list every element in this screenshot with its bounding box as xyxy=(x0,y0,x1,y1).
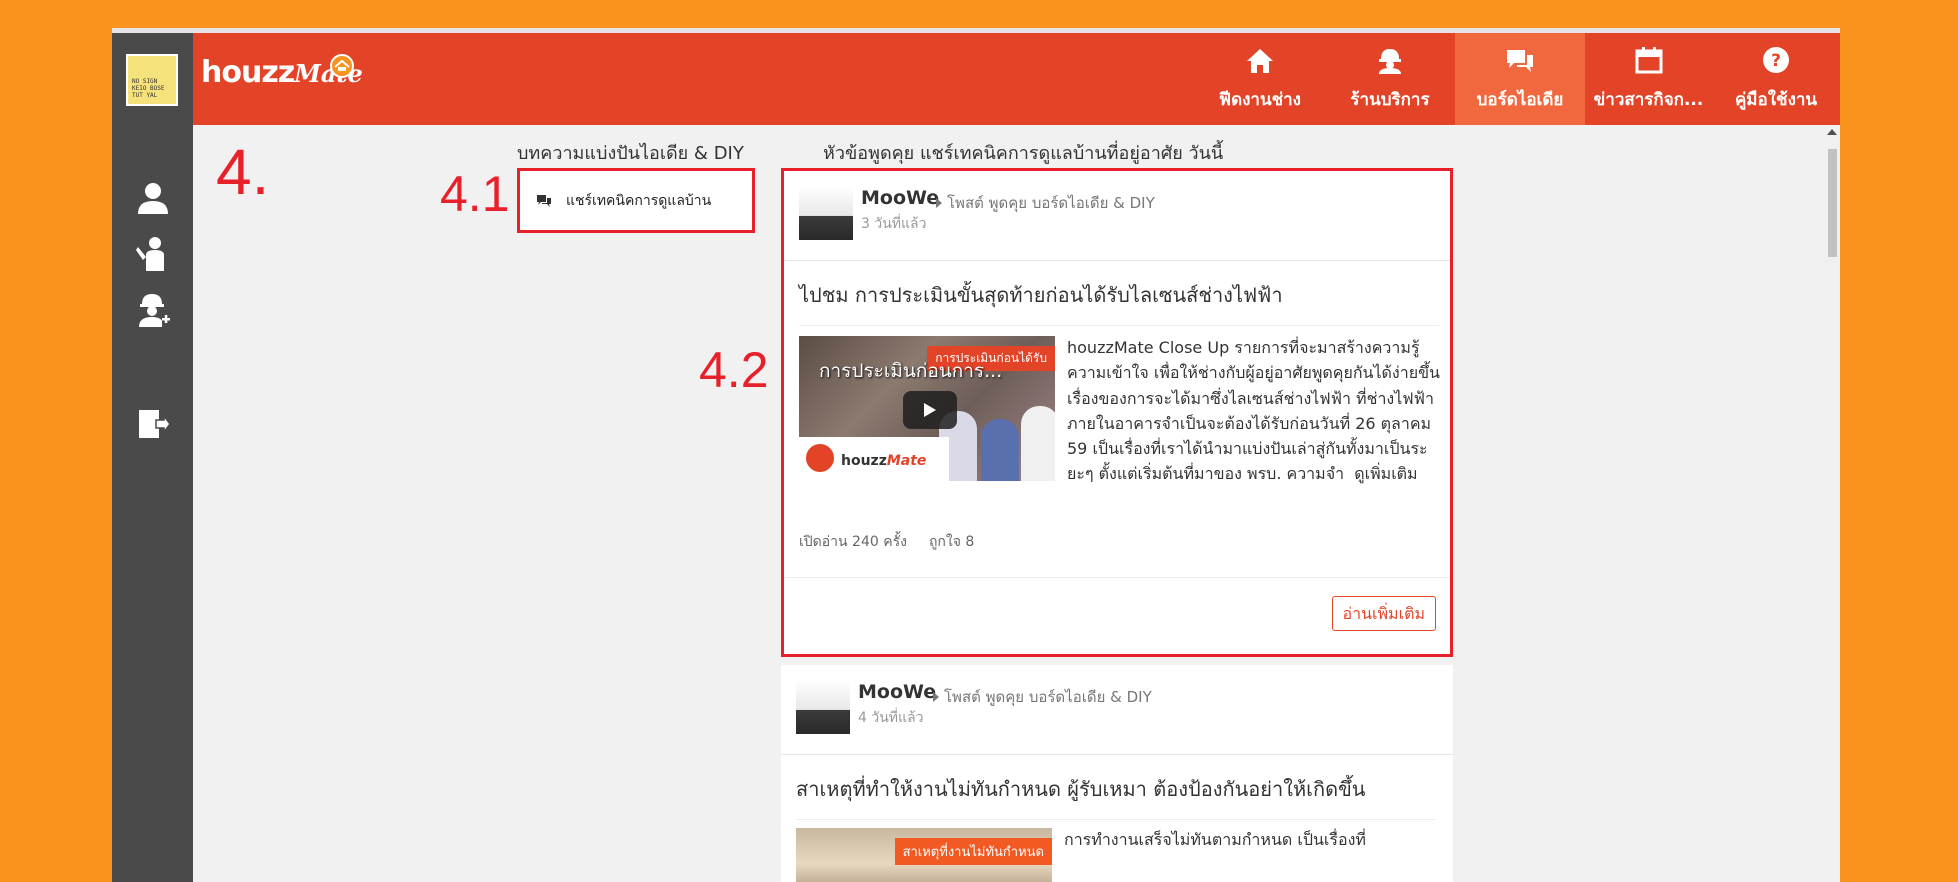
like-count[interactable]: ถูกใจ 8 xyxy=(929,534,974,550)
annotation-step-4-2: 4.2 xyxy=(699,342,769,398)
read-more-button[interactable]: อ่านเพิ่มเติม xyxy=(1331,596,1436,631)
post-header: MooWe โพสต์ พูดคุย บอร์ดไอเดีย & DIY 3 ว… xyxy=(784,171,1450,261)
profile-avatar[interactable]: NO SIGN KEIO BOSE TUT YAL xyxy=(126,54,178,106)
see-more-link[interactable]: ดูเพิ่มเติม xyxy=(1354,464,1417,483)
post-title[interactable]: สาเหตุที่ทำให้งานไม่ทันกำหนด ผู้รับเหมา … xyxy=(796,773,1436,820)
video-thumbnail[interactable]: การประเมินก่อนได้รับ การประเมินก่อนการ..… xyxy=(799,336,1055,481)
vertical-scrollbar[interactable] xyxy=(1823,125,1840,882)
calendar-icon xyxy=(1635,47,1662,74)
author-avatar[interactable] xyxy=(796,680,850,734)
chat-icon xyxy=(1507,50,1533,72)
nav-feed[interactable]: ฟีดงานช่าง xyxy=(1195,33,1325,125)
post-thumbnail[interactable]: สาเหตุที่งานไม่ทันกำหนด xyxy=(796,828,1052,882)
post-card: MooWe โพสต์ พูดคุย บอร์ดไอเดีย & DIY 4 ว… xyxy=(781,665,1453,882)
svg-text:?: ? xyxy=(1771,51,1781,71)
thumbnail-title: การประเมินก่อนการ... xyxy=(819,360,1003,382)
thumbnail-tag: สาเหตุที่งานไม่ทันกำหนด xyxy=(894,838,1052,865)
post-time: 4 วันที่แล้ว xyxy=(858,710,924,726)
post-header: MooWe โพสต์ พูดคุย บอร์ดไอเดีย & DIY 4 ว… xyxy=(781,665,1453,755)
author-name[interactable]: MooWe xyxy=(858,681,936,703)
brand-logo-icon xyxy=(803,441,837,475)
caret-right-icon xyxy=(936,198,942,208)
play-icon[interactable] xyxy=(903,391,957,429)
scroll-up-icon[interactable] xyxy=(1827,129,1837,135)
post-time: 3 วันที่แล้ว xyxy=(861,216,927,232)
main-nav: ฟีดงานช่าง ร้านบริการ บอร์ดไอเดีย ข่าวสา… xyxy=(1195,33,1840,125)
technician-icon[interactable] xyxy=(134,235,172,273)
category-share-techniques[interactable]: แชร์เทคนิคการดูแลบ้าน xyxy=(517,168,755,233)
main-content: 4. 4.1 4.2 บทความแบ่งปันไอเดีย & DIY หัว… xyxy=(193,125,1840,882)
annotation-step-4: 4. xyxy=(216,136,270,208)
caret-right-icon xyxy=(933,692,939,702)
post-excerpt: houzzMate Close Up รายการที่จะมาสร้างควา… xyxy=(1067,338,1440,484)
user-icon[interactable] xyxy=(134,180,172,218)
add-worker-icon[interactable] xyxy=(134,291,172,329)
author-avatar[interactable] xyxy=(799,186,853,240)
nav-news[interactable]: ข่าวสารกิจก... xyxy=(1585,33,1712,125)
post-footer: อ่านเพิ่มเติม xyxy=(784,577,1450,657)
author-name[interactable]: MooWe xyxy=(861,187,939,209)
post-meta: โพสต์ พูดคุย บอร์ดไอเดีย & DIY xyxy=(936,191,1155,215)
chat-icon xyxy=(537,194,551,207)
logo-house-icon xyxy=(330,54,354,78)
post-stats: เปิดอ่าน 240 ครั้ง ถูกใจ 8 xyxy=(799,531,974,553)
nav-idea-board[interactable]: บอร์ดไอเดีย xyxy=(1455,33,1585,125)
post-excerpt: การทำงานเสร็จไม่ทันตามกำหนด เป็นเรื่องที… xyxy=(1064,830,1366,849)
annotation-step-4-1: 4.1 xyxy=(440,166,510,222)
logout-icon[interactable] xyxy=(134,405,172,443)
nav-shops[interactable]: ร้านบริการ xyxy=(1325,33,1455,125)
top-header: houzzMate ฟีดงานช่าง ร้านบริการ บอร์ดไอเ… xyxy=(193,33,1840,125)
worker-icon xyxy=(1379,49,1401,74)
nav-manual[interactable]: ? คู่มือใช้งาน xyxy=(1712,33,1840,125)
scrollbar-thumb[interactable] xyxy=(1828,149,1837,257)
app-window: NO SIGN KEIO BOSE TUT YAL houzzMate ฟีดง… xyxy=(112,28,1840,882)
houzzmate-logo[interactable]: houzzMate xyxy=(201,54,363,105)
right-column-title: หัวข้อพูดคุย แชร์เทคนิคการดูแลบ้านที่อยู… xyxy=(823,143,1224,164)
view-count: เปิดอ่าน 240 ครั้ง xyxy=(799,534,907,550)
left-sidebar: NO SIGN KEIO BOSE TUT YAL xyxy=(112,33,193,882)
home-icon xyxy=(1247,49,1273,73)
post-card: MooWe โพสต์ พูดคุย บอร์ดไอเดีย & DIY 3 ว… xyxy=(781,168,1453,657)
help-icon: ? xyxy=(1763,47,1789,73)
post-meta: โพสต์ พูดคุย บอร์ดไอเดีย & DIY xyxy=(933,685,1152,709)
left-column-title: บทความแบ่งปันไอเดีย & DIY xyxy=(517,143,744,164)
post-title[interactable]: ไปชม การประเมินขั้นสุดท้ายก่อนได้รับไลเซ… xyxy=(799,279,1439,326)
